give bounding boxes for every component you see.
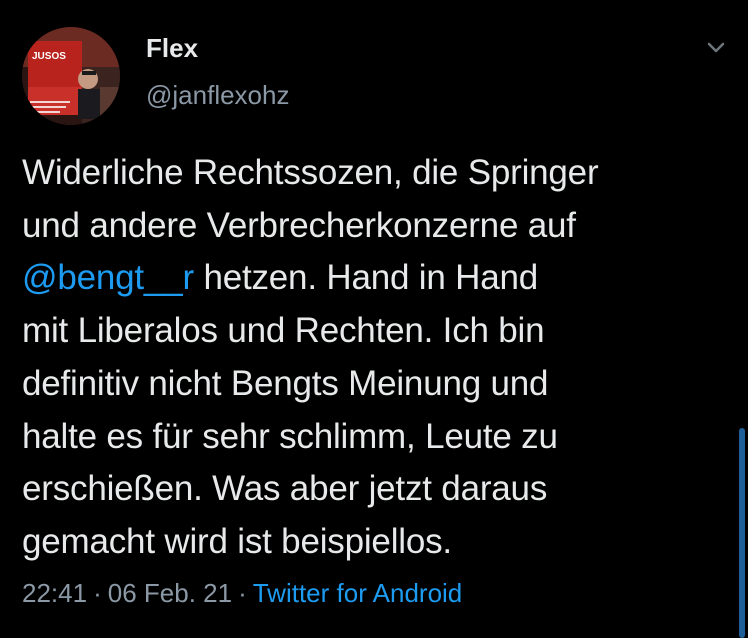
tweet-text: Widerliche Rechtssozen, die Springer und…	[22, 147, 732, 569]
scrollbar[interactable]	[739, 428, 745, 638]
display-name[interactable]: Flex	[146, 32, 198, 64]
avatar-logo-text: JUSOS	[32, 51, 66, 62]
tweet-line: und andere Verbrecherkonzerne auf	[22, 205, 576, 245]
tweet-line: mit Liberalos und Rechten. Ich bin	[22, 311, 545, 351]
meta-separator: ·	[238, 578, 247, 608]
tweet-line-with-mention: @bengt__r hetzen. Hand in Hand	[22, 252, 732, 305]
tweet-line: halte es für sehr schlimm, Leute zu	[22, 416, 558, 456]
user-handle[interactable]: @janflexohz	[146, 79, 289, 111]
tweet-line-text: hetzen. Hand in Hand	[203, 258, 539, 298]
tweet-date[interactable]: 06 Feb. 21	[108, 578, 232, 608]
avatar-image: JUSOS	[22, 27, 120, 125]
tweet-source-link[interactable]: Twitter for Android	[253, 578, 463, 608]
meta-separator: ·	[93, 578, 102, 608]
tweet-line: Widerliche Rechtssozen, die Springer	[22, 153, 599, 192]
tweet-metadata: 22:41 · 06 Feb. 21 · Twitter for Android	[22, 576, 462, 610]
mention-link[interactable]: @bengt__r	[22, 258, 194, 297]
tweet-line: erschießen. Was aber jetzt daraus	[22, 469, 548, 509]
tweet-time[interactable]: 22:41	[22, 578, 87, 608]
tweet-line: gemacht wird ist beispiellos.	[22, 521, 452, 561]
tweet-line: definitiv nicht Bengts Meinung und	[22, 363, 549, 403]
tweet-menu-button[interactable]	[700, 34, 732, 62]
avatar[interactable]: JUSOS	[22, 27, 120, 125]
chevron-down-icon	[707, 42, 725, 53]
